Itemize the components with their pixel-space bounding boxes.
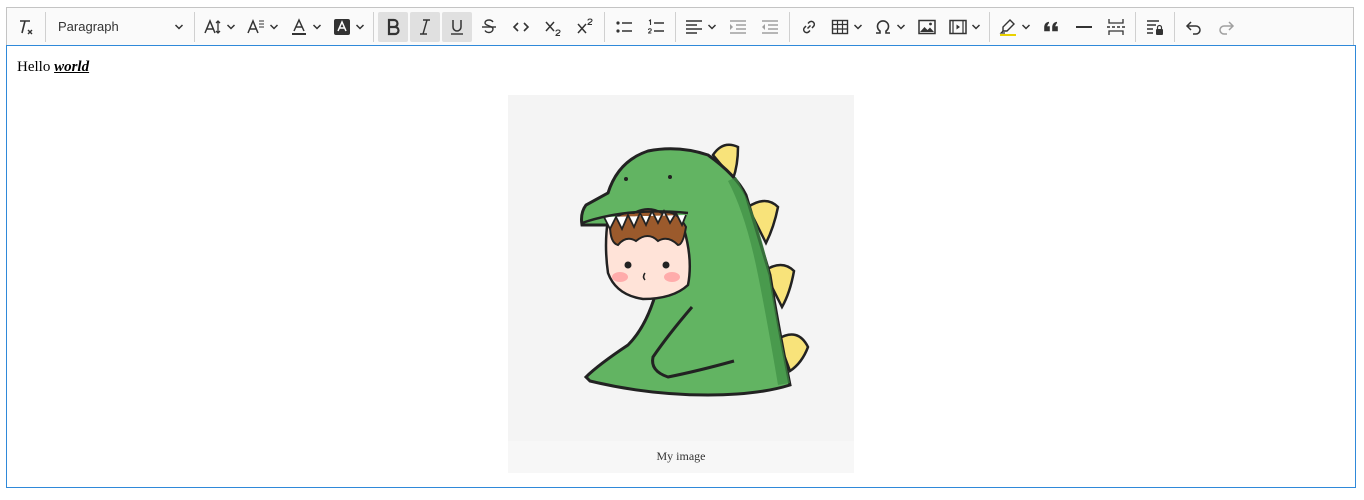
chevron-down-icon	[312, 23, 322, 30]
strikethrough-icon	[482, 18, 496, 33]
bulleted-list-icon	[616, 20, 632, 33]
bold-button[interactable]	[378, 11, 408, 42]
insert-table-button[interactable]	[826, 12, 867, 42]
chevron-down-icon	[174, 23, 184, 30]
dinosaur-costume-image[interactable]	[508, 95, 854, 441]
italic-icon	[420, 18, 430, 35]
toolbar-separator	[194, 11, 195, 42]
image-caption[interactable]: My image	[508, 441, 854, 473]
block-quote-button[interactable]	[1037, 12, 1067, 42]
chevron-down-icon	[896, 23, 906, 30]
font-size-button[interactable]	[199, 12, 240, 42]
italic-button[interactable]	[410, 11, 440, 42]
toolbar-separator	[604, 11, 605, 42]
font-background-color-button[interactable]	[328, 12, 369, 42]
numbered-list-icon	[647, 18, 664, 33]
link-button[interactable]	[794, 12, 824, 42]
horizontal-line-button[interactable]	[1069, 12, 1099, 42]
insert-media-button[interactable]	[944, 12, 985, 42]
bold-icon	[387, 18, 400, 35]
chevron-down-icon	[269, 23, 279, 30]
font-background-color-icon	[334, 18, 350, 35]
outdent-icon	[762, 19, 778, 34]
heading-dropdown-label: Paragraph	[58, 19, 119, 34]
heading-dropdown[interactable]: Paragraph	[50, 12, 190, 42]
horizontal-line-icon	[1076, 25, 1092, 28]
remove-format-icon	[20, 19, 33, 34]
code-icon	[512, 21, 530, 32]
subscript-button[interactable]	[538, 12, 568, 42]
toolbar-separator	[675, 11, 676, 42]
rich-text-editor: Paragraph Hello world My image	[6, 7, 1356, 488]
chevron-down-icon	[853, 23, 863, 30]
underline-button[interactable]	[442, 11, 472, 42]
undo-button[interactable]	[1179, 12, 1209, 42]
special-characters-button[interactable]	[869, 12, 910, 42]
restricted-editing-icon	[1147, 19, 1163, 35]
align-left-icon	[686, 19, 702, 34]
image-figure[interactable]: My image	[508, 95, 854, 473]
bulleted-list-button[interactable]	[609, 12, 639, 42]
quote-icon	[1044, 21, 1058, 31]
highlighter-icon	[999, 18, 1016, 36]
image-icon	[918, 19, 936, 34]
toolbar-separator	[45, 11, 46, 42]
subscript-icon	[545, 21, 561, 36]
chevron-down-icon	[226, 23, 236, 30]
indent-icon	[730, 19, 746, 34]
font-color-button[interactable]	[285, 12, 326, 42]
undo-icon	[1185, 20, 1201, 35]
chevron-down-icon	[971, 23, 981, 30]
highlight-button[interactable]	[994, 12, 1035, 42]
superscript-button[interactable]	[570, 12, 600, 42]
content-paragraph[interactable]: Hello world	[17, 59, 89, 76]
link-icon	[802, 20, 816, 33]
font-size-icon	[204, 18, 221, 34]
paragraph-emphasis-text: world	[54, 59, 90, 75]
toolbar-separator	[989, 11, 990, 42]
redo-icon	[1219, 20, 1235, 35]
text-alignment-button[interactable]	[680, 12, 721, 42]
chevron-down-icon	[355, 23, 365, 30]
chevron-down-icon	[1021, 23, 1031, 30]
strikethrough-button[interactable]	[474, 12, 504, 42]
editor-toolbar: Paragraph	[6, 7, 1354, 45]
font-family-icon	[247, 18, 264, 33]
toolbar-separator	[373, 11, 374, 42]
toolbar-separator	[1174, 11, 1175, 42]
font-family-button[interactable]	[242, 12, 283, 42]
media-icon	[949, 19, 967, 34]
remove-format-button[interactable]	[11, 12, 41, 42]
paragraph-text: Hello	[17, 59, 55, 75]
numbered-list-button[interactable]	[641, 12, 671, 42]
omega-icon	[876, 19, 890, 34]
dinosaur-illustration	[580, 143, 810, 397]
restricted-editing-button[interactable]	[1140, 12, 1170, 42]
editor-content-area[interactable]: Hello world My image	[6, 45, 1356, 488]
code-button[interactable]	[506, 12, 536, 42]
underline-icon	[451, 19, 463, 35]
page-break-icon	[1107, 18, 1125, 35]
increase-indent-button[interactable]	[723, 12, 753, 42]
font-color-icon	[292, 17, 306, 35]
page-break-button[interactable]	[1101, 12, 1131, 42]
toolbar-separator	[1135, 11, 1136, 42]
chevron-down-icon	[707, 23, 717, 30]
superscript-icon	[577, 17, 593, 33]
insert-image-button[interactable]	[912, 12, 942, 42]
redo-button[interactable]	[1211, 12, 1241, 42]
decrease-indent-button[interactable]	[755, 12, 785, 42]
table-icon	[831, 19, 849, 34]
toolbar-separator	[789, 11, 790, 42]
